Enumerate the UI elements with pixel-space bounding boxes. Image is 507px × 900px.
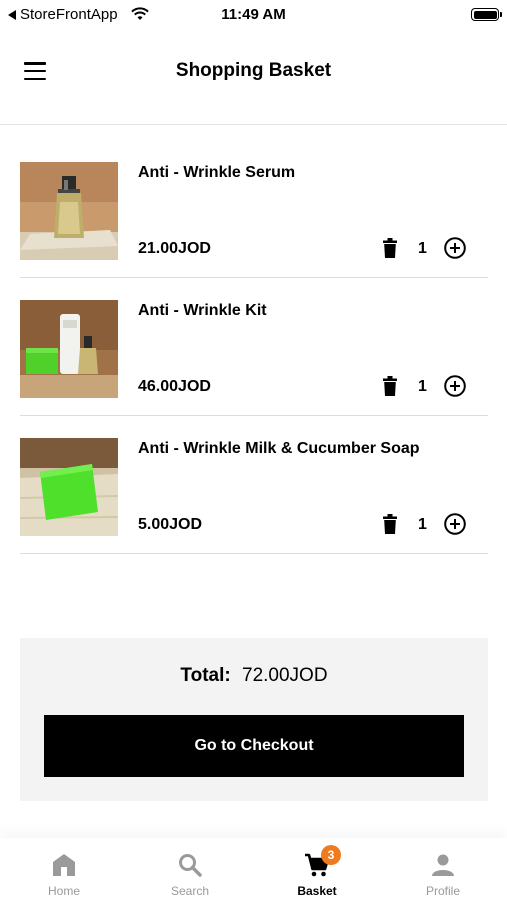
total-row: Total: 72.00JOD [20,665,488,687]
basket-item: Anti - Wrinkle Serum 21.00JOD 1 [20,140,488,278]
bottom-nav: Home Search 3 Basket Profile [0,838,507,900]
quantity-value: 1 [418,378,427,395]
search-icon [179,854,202,877]
nav-label: Home [47,884,80,898]
item-price: 46.00JOD [138,378,211,395]
person-icon [432,854,454,876]
nav-label: Basket [297,884,337,898]
trash-icon[interactable] [383,238,397,258]
item-price: 21.00JOD [138,240,211,257]
order-summary: Total: 72.00JOD Go to Checkout [20,638,488,801]
item-name: Anti - Wrinkle Serum [138,164,296,181]
nav-profile[interactable]: Profile [380,838,506,900]
nav-search[interactable]: Search [127,838,253,900]
plus-circle-icon[interactable] [444,513,466,535]
quantity-value: 1 [418,240,427,257]
green-soap-photo[interactable] [20,438,118,536]
nav-home[interactable]: Home [1,838,127,900]
trash-icon[interactable] [383,376,397,396]
basket-item: Anti - Wrinkle Kit 46.00JOD 1 [20,278,488,416]
nav-basket[interactable]: 3 Basket [254,838,380,900]
item-name: Anti - Wrinkle Kit [138,302,267,319]
status-time: 11:49 AM [221,6,286,23]
quantity-value: 1 [418,516,427,533]
cart-count-badge: 3 [321,845,341,865]
nav-label: Profile [425,884,460,898]
total-label: Total: [180,665,231,686]
serum-bottle-photo[interactable] [20,162,118,260]
battery-icon [471,8,502,21]
basket-item: Anti - Wrinkle Milk & Cucumber Soap 5.00… [20,416,488,554]
checkout-button[interactable]: Go to Checkout [44,715,464,777]
total-value: 72.00JOD [242,665,328,686]
item-price: 5.00JOD [138,516,203,533]
trash-icon[interactable] [383,514,397,534]
plus-circle-icon[interactable] [444,237,466,259]
nav-label: Search [170,884,210,898]
app-header: Shopping Basket [0,40,507,125]
item-name: Anti - Wrinkle Milk & Cucumber Soap [138,440,420,457]
status-bar: StoreFrontApp 11:49 AM [0,0,507,30]
home-icon [53,854,75,876]
cart-icon-wrap: 3 [304,845,341,878]
plus-circle-icon[interactable] [444,375,466,397]
wrinkle-kit-photo[interactable] [20,300,118,398]
page-title: Shopping Basket [175,60,332,81]
